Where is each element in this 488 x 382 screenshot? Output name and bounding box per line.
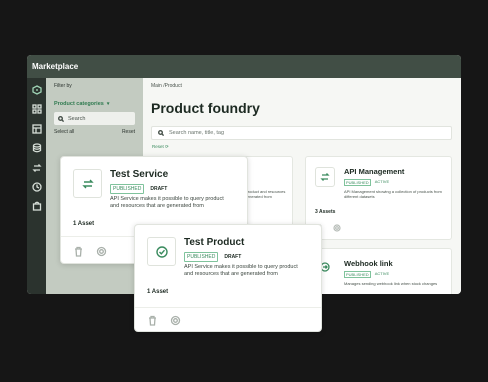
- card-actions: [147, 315, 181, 326]
- marketplace-icon[interactable]: [31, 84, 42, 95]
- card-badges: PUBLISHED ACTIVE: [344, 271, 389, 278]
- card-title: Webhook link: [344, 259, 393, 268]
- trash-icon[interactable]: [147, 315, 158, 326]
- state-badge: DRAFT: [150, 186, 168, 192]
- state-badge: ACTIVE: [374, 271, 390, 276]
- bag-icon[interactable]: [31, 200, 42, 211]
- card-description: API Management showing a collection of p…: [344, 189, 442, 200]
- reset-link[interactable]: Reset: [122, 129, 135, 135]
- status-badge: PUBLISHED: [110, 184, 145, 194]
- refresh-icon: ⟳: [165, 144, 169, 149]
- card-actions: [73, 246, 107, 257]
- database-icon[interactable]: [31, 142, 42, 153]
- filter-links: Select all Reset: [54, 129, 135, 135]
- card-badges: PUBLISHED DRAFT: [110, 184, 167, 194]
- card-description: API Service makes it possible to query p…: [110, 196, 224, 210]
- category-dropdown[interactable]: Product categories ▾: [54, 101, 109, 107]
- product-card-test-product[interactable]: Test Product PUBLISHED DRAFT API Service…: [134, 224, 322, 332]
- chevron-down-icon: ▾: [106, 101, 110, 107]
- gear-icon[interactable]: [170, 315, 181, 326]
- card-title: Test Service: [110, 169, 169, 180]
- swap-icon[interactable]: [31, 162, 42, 173]
- clock-icon[interactable]: [31, 181, 42, 192]
- product-card-webhook-link[interactable]: Webhook link PUBLISHED ACTIVE Manages se…: [305, 248, 452, 294]
- reset-filter-link[interactable]: Reset ⟳: [152, 144, 169, 150]
- reset-label: Reset: [152, 144, 164, 149]
- select-all-link[interactable]: Select all: [54, 129, 74, 135]
- card-divider: [135, 307, 321, 308]
- gear-icon[interactable]: [333, 224, 341, 232]
- grid-icon[interactable]: [31, 103, 42, 114]
- state-badge: ACTIVE: [374, 179, 390, 184]
- page-title: Product foundry: [151, 100, 260, 116]
- status-badge: PUBLISHED: [184, 252, 219, 262]
- product-card-api-management[interactable]: API Management PUBLISHED ACTIVE API Mana…: [305, 156, 452, 240]
- icon-rail: [27, 78, 46, 294]
- main-search-placeholder: Search name, title, tag: [169, 130, 225, 136]
- status-badge: PUBLISHED: [344, 179, 371, 186]
- card-badges: PUBLISHED ACTIVE: [344, 179, 389, 186]
- state-badge: DRAFT: [224, 254, 242, 260]
- card-description: API Service makes it possible to query p…: [184, 264, 298, 278]
- category-label: Product categories: [54, 101, 104, 107]
- gear-icon[interactable]: [96, 246, 107, 257]
- card-assets: 1 Asset: [73, 221, 95, 227]
- card-assets: 3 Assets: [315, 209, 336, 215]
- swap-icon: [315, 167, 335, 187]
- status-badge: PUBLISHED: [344, 271, 371, 278]
- main-search-input[interactable]: Search name, title, tag: [151, 126, 452, 140]
- window-title: Marketplace: [27, 55, 461, 78]
- check-circle-icon: [147, 237, 176, 266]
- card-badges: PUBLISHED DRAFT: [184, 252, 241, 262]
- layout-icon[interactable]: [31, 123, 42, 134]
- swap-icon: [73, 169, 102, 198]
- card-title: API Management: [344, 167, 405, 176]
- search-icon: [158, 130, 164, 136]
- trash-icon[interactable]: [73, 246, 84, 257]
- filter-search-input[interactable]: Search: [54, 112, 135, 125]
- breadcrumb: Main /Product: [151, 83, 182, 89]
- card-assets: 1 Asset: [147, 289, 169, 295]
- filter-title: Filter by: [54, 83, 72, 89]
- card-description: Manages sending webhook link when stock …: [344, 281, 438, 286]
- filter-search-placeholder: Search: [68, 115, 86, 122]
- search-icon: [58, 115, 64, 122]
- card-title: Test Product: [184, 237, 245, 248]
